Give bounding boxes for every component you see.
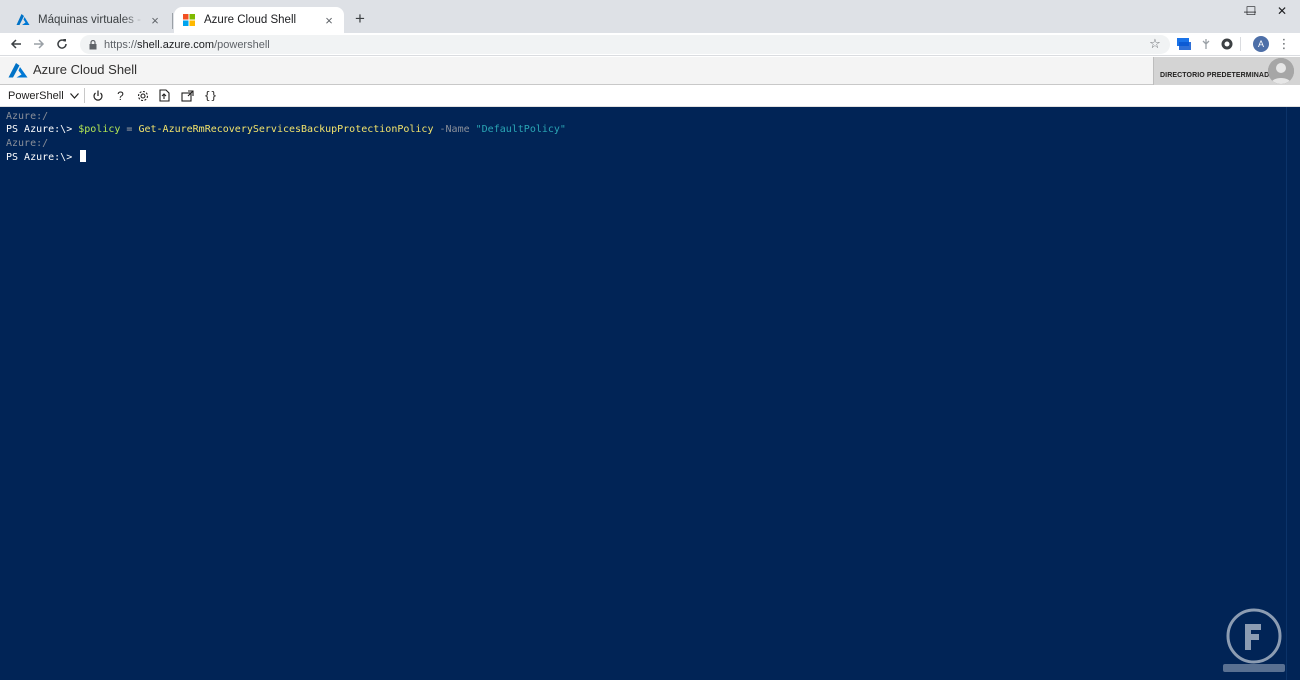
environment-label: PowerShell [8,89,64,102]
terminal-command-line: PS Azure:\> $policy = Get-AzureRmRecover… [6,123,1300,136]
cmdlet-token: Get-AzureRmRecoveryServicesBackupProtect… [138,124,434,136]
url-path: /powershell [214,38,270,51]
azure-a-icon [16,13,30,27]
address-bar[interactable]: https://shell.azure.com/powershell [80,35,1170,54]
tab-maquinas-virtuales[interactable]: Máquinas virtuales - Microsoft Azure × [8,7,170,33]
cloud-shell-toolbar: PowerShell ? {} [0,85,1300,107]
azure-logo-icon [8,63,28,79]
extension-puzzle-icon[interactable] [1198,36,1214,52]
tab-divider [172,13,173,29]
url-host: shell.azure.com [137,38,215,51]
string-token: "DefaultPolicy" [475,124,566,136]
tab-title: Máquinas virtuales - Microsoft Azure [38,14,144,26]
parameter-token: -Name [433,124,476,136]
back-arrow-icon[interactable] [7,35,25,53]
help-icon[interactable]: ? [112,87,129,104]
prompt: PS Azure:\> [6,152,79,164]
variable-token: $policy [78,124,121,136]
open-new-session-icon[interactable] [179,87,196,104]
terminal-input-line[interactable]: PS Azure:\> [6,150,1300,163]
user-avatar-icon[interactable] [1268,58,1294,84]
terminal-scrollbar[interactable] [1286,107,1300,680]
shell-environment-dropdown[interactable]: PowerShell [0,85,82,106]
upload-download-icon[interactable] [156,87,173,104]
browser-tab-strip: Máquinas virtuales - Microsoft Azure × A… [0,0,1300,33]
settings-icon[interactable] [134,87,151,104]
close-tab-icon[interactable]: × [148,13,162,28]
browser-toolbar: https://shell.azure.com/powershell ☆ A ⋮ [0,33,1300,56]
power-icon[interactable] [89,87,106,104]
close-tab-icon[interactable]: × [322,13,336,28]
tab-title: Azure Cloud Shell [204,14,297,26]
reload-icon[interactable] [53,35,71,53]
terminal-location-line: Azure:/ [6,137,49,149]
toolbar-divider [84,88,85,103]
browser-menu-icon[interactable]: ⋮ [1277,35,1291,53]
operator-token: = [120,124,139,136]
url-scheme: https:// [104,38,138,51]
terminal-output[interactable]: Azure:/ PS Azure:\> $policy = Get-AzureR… [0,107,1300,680]
cast-extension-icon[interactable] [1176,36,1192,52]
app-title: Azure Cloud Shell [33,62,138,77]
tab-azure-cloud-shell[interactable]: Azure Cloud Shell × [174,7,344,33]
profile-avatar[interactable]: A [1253,36,1269,52]
forward-arrow-icon[interactable] [30,35,48,53]
bookmark-star-icon[interactable]: ☆ [1147,35,1163,53]
new-tab-button[interactable]: + [350,9,370,29]
directory-label: DIRECTORIO PREDETERMINADO [1160,72,1275,79]
text-cursor [80,150,87,163]
prompt: PS Azure:\> [6,124,79,136]
cloud-shell-header: Azure Cloud Shell DIRECTORIO PREDETERMIN… [0,57,1300,85]
toolbar-divider [1240,37,1241,51]
close-window-button[interactable]: ✕ [1264,0,1300,22]
extension-circle-icon[interactable] [1219,36,1235,52]
watermark-logo-icon [1215,608,1293,674]
editor-braces-icon[interactable]: {} [202,87,219,104]
microsoft-logo-icon [182,13,196,27]
directory-account-menu[interactable]: DIRECTORIO PREDETERMINADO [1153,57,1300,85]
lock-icon [88,39,98,50]
terminal-location-line: Azure:/ [6,111,49,122]
chevron-down-icon [69,91,79,101]
